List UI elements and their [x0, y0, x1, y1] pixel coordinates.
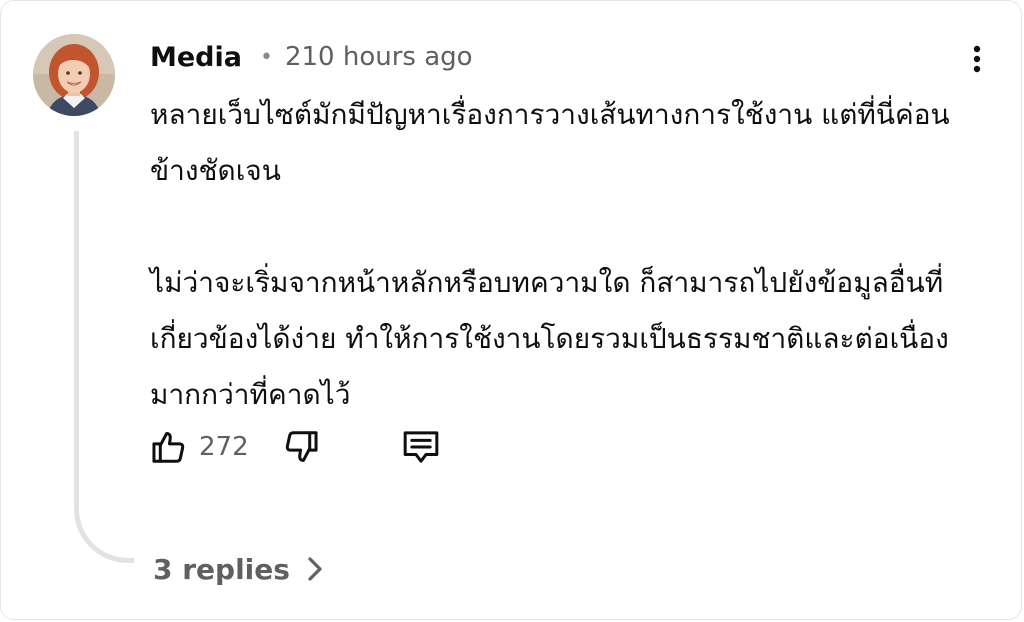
comment-header: Media • 210 hours ago	[150, 37, 473, 77]
separator-dot: •	[259, 44, 273, 70]
like-count: 272	[199, 432, 249, 462]
like-button[interactable]	[147, 425, 191, 469]
avatar-image	[33, 34, 115, 116]
author-name[interactable]: Media	[150, 42, 242, 73]
comment-paragraph: หลายเว็บไซต์มักมีปัญหาเรื่องการวางเส้นทา…	[150, 98, 950, 187]
action-bar: 272	[147, 425, 443, 469]
thumb-up-icon	[152, 432, 185, 463]
avatar[interactable]	[33, 34, 115, 116]
thread-line	[74, 131, 134, 563]
chevron-right-icon	[306, 556, 324, 582]
comment-icon	[403, 431, 438, 463]
dislike-button[interactable]	[279, 425, 323, 469]
thumb-down-icon	[285, 431, 318, 462]
replies-label: 3 replies	[153, 552, 290, 586]
more-options-button[interactable]	[957, 39, 997, 79]
more-vertical-icon	[973, 45, 981, 73]
comment-text: หลายเว็บไซต์มักมีปัญหาเรื่องการวางเส้นทา…	[150, 87, 970, 423]
timestamp: 210 hours ago	[284, 42, 473, 72]
comment-paragraph: ไม่ว่าจะเริ่มจากหน้าหลักหรือบทความใด ก็ส…	[150, 266, 949, 411]
reply-button[interactable]	[399, 425, 443, 469]
comment-card: Media • 210 hours ago หลายเว็บไซต์มักมีป…	[0, 0, 1022, 620]
view-replies-button[interactable]: 3 replies	[153, 547, 324, 591]
